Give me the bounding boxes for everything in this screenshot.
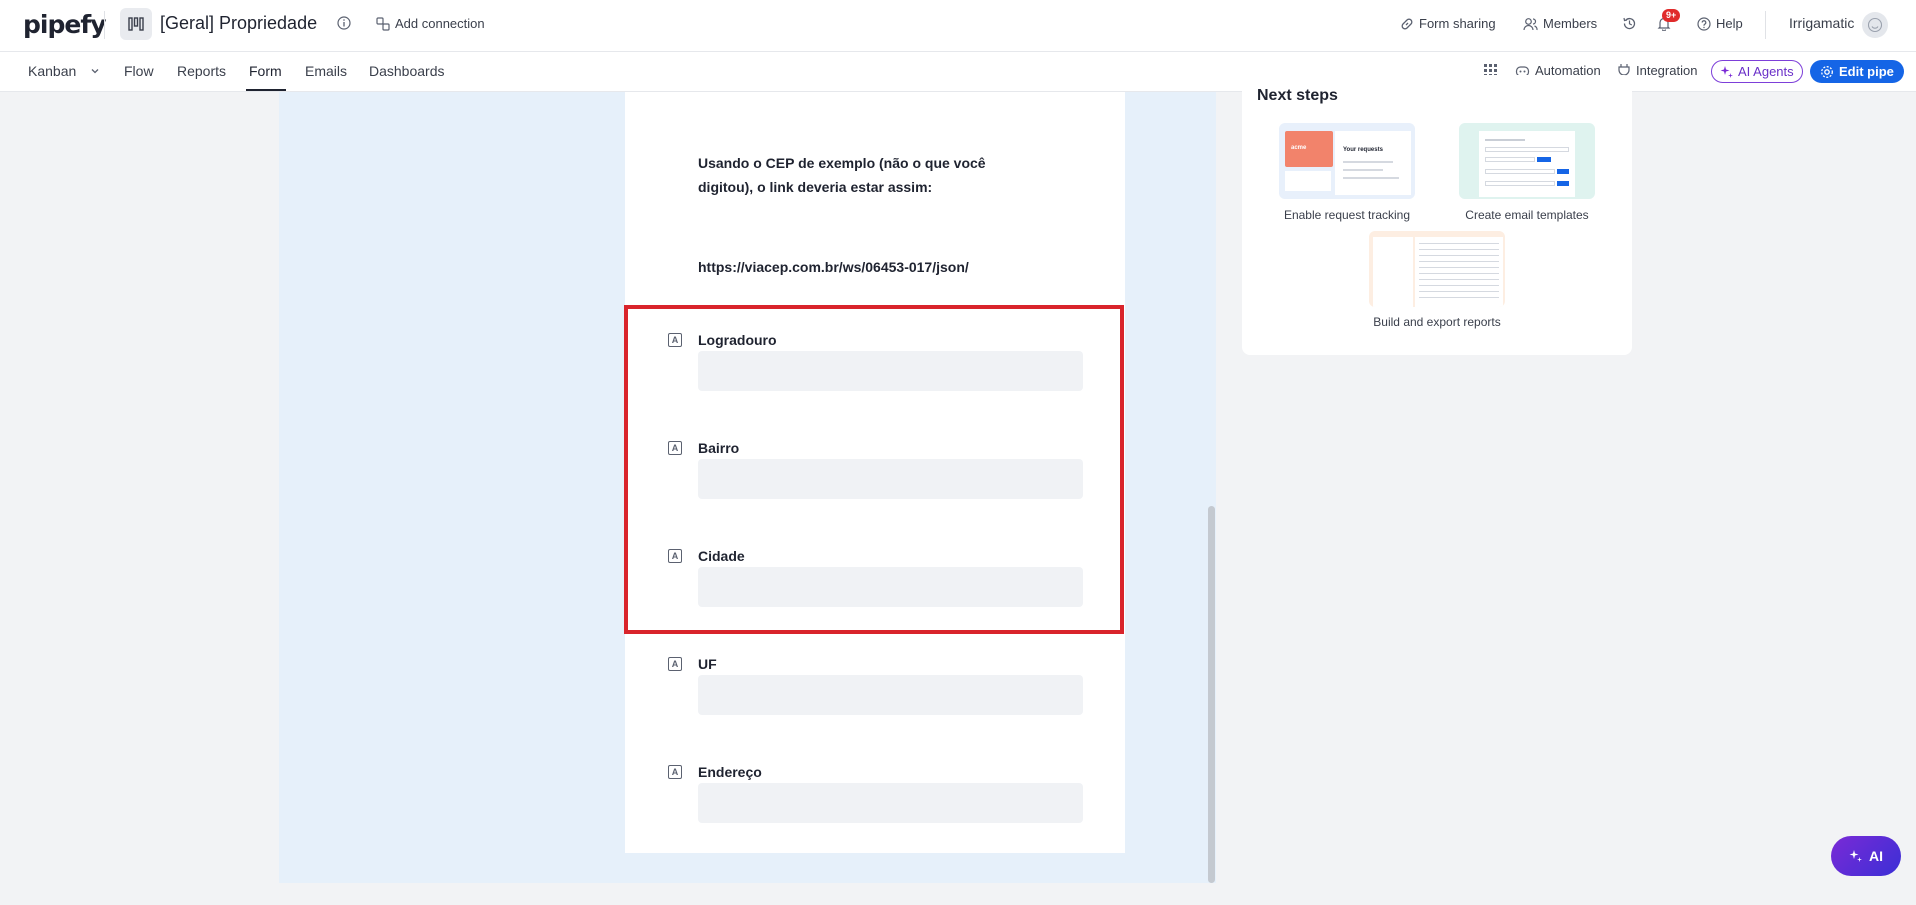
field-label-endereco: Endereço bbox=[698, 764, 762, 780]
next-step-label[interactable]: Create email templates bbox=[1437, 208, 1617, 222]
link-icon bbox=[1401, 18, 1413, 29]
thumb-line bbox=[1343, 161, 1393, 163]
pipe-info-icon[interactable] bbox=[337, 16, 351, 30]
example-link-text: https://viacep.com.br/ws/06453-017/json/ bbox=[698, 259, 969, 275]
sparkle-icon bbox=[1849, 850, 1862, 862]
thumb-button bbox=[1557, 169, 1569, 174]
instruction-text: Usando o CEP de exemplo (não o que você … bbox=[698, 151, 986, 199]
edit-pipe-label: Edit pipe bbox=[1839, 64, 1894, 79]
tab-kanban-label: Kanban bbox=[28, 63, 77, 79]
ai-assistant-button[interactable]: AI bbox=[1831, 836, 1901, 876]
ai-agents-button[interactable]: AI Agents bbox=[1711, 60, 1803, 83]
edit-pipe-button[interactable]: Edit pipe bbox=[1810, 60, 1904, 83]
account-name[interactable]: Irrigamatic bbox=[1789, 15, 1854, 31]
thumb-field bbox=[1485, 147, 1569, 152]
divider bbox=[104, 11, 105, 39]
thumb-acme-text: acme bbox=[1291, 145, 1307, 151]
thumb-field bbox=[1485, 157, 1535, 162]
chevron-down-icon bbox=[91, 69, 99, 74]
gear-icon bbox=[1821, 65, 1833, 78]
thumb-line bbox=[1343, 177, 1399, 179]
endereco-input[interactable] bbox=[698, 783, 1083, 823]
notifications-badge: 9+ bbox=[1662, 9, 1681, 22]
email-templates-thumbnail[interactable] bbox=[1459, 123, 1595, 199]
members-button[interactable]: Members bbox=[1523, 16, 1597, 31]
smiley-icon bbox=[1867, 17, 1883, 33]
short-text-field-icon: A bbox=[668, 657, 682, 671]
active-tab-indicator bbox=[246, 89, 286, 91]
history-icon[interactable] bbox=[1622, 16, 1637, 31]
sparkle-icon bbox=[1720, 65, 1733, 78]
thumb-table-rows bbox=[1419, 243, 1499, 299]
top-header: pipefy [Geral] Propriedade Add connectio… bbox=[0, 0, 1916, 52]
tab-form[interactable]: Form bbox=[249, 63, 282, 79]
short-text-field-icon: A bbox=[668, 765, 682, 779]
help-label: Help bbox=[1716, 16, 1743, 31]
tab-emails[interactable]: Emails bbox=[305, 63, 347, 79]
reports-thumbnail[interactable] bbox=[1369, 231, 1505, 307]
ai-button-label: AI bbox=[1869, 848, 1883, 864]
next-steps-title: Next steps bbox=[1257, 87, 1338, 104]
field-label-uf: UF bbox=[698, 656, 717, 672]
members-label: Members bbox=[1543, 16, 1598, 31]
thumb-button bbox=[1537, 157, 1551, 162]
help-button[interactable]: Help bbox=[1697, 16, 1743, 31]
highlight-box bbox=[624, 305, 1124, 634]
divider bbox=[1765, 11, 1766, 39]
connection-icon bbox=[376, 16, 390, 31]
tab-reports[interactable]: Reports bbox=[177, 63, 226, 79]
form-scrollbar[interactable] bbox=[1208, 506, 1215, 883]
thumb-requests-text: Your requests bbox=[1343, 147, 1383, 153]
tab-flow[interactable]: Flow bbox=[124, 63, 154, 79]
add-connection-button[interactable]: Add connection bbox=[376, 16, 485, 31]
next-step-label[interactable]: Enable request tracking bbox=[1257, 208, 1437, 222]
add-connection-label: Add connection bbox=[395, 16, 485, 31]
next-step-label[interactable]: Build and export reports bbox=[1347, 315, 1527, 329]
pipe-icon[interactable] bbox=[120, 8, 152, 40]
uf-input[interactable] bbox=[698, 675, 1083, 715]
ai-agents-label: AI Agents bbox=[1738, 64, 1794, 79]
thumb-table bbox=[1415, 237, 1503, 307]
form-sharing-button[interactable]: Form sharing bbox=[1400, 16, 1496, 31]
pipe-title: [Geral] Propriedade bbox=[160, 13, 318, 33]
thumb-panel bbox=[1285, 171, 1331, 191]
thumb-line bbox=[1485, 139, 1525, 141]
tab-kanban[interactable]: Kanban bbox=[28, 63, 100, 79]
thumb-button bbox=[1557, 181, 1569, 186]
tab-dashboards[interactable]: Dashboards bbox=[369, 63, 445, 79]
thumb-panel bbox=[1335, 131, 1411, 195]
instruction-line-2: digitou), o link deveria estar assim: bbox=[698, 179, 933, 195]
request-tracking-thumbnail[interactable]: acme Your requests bbox=[1279, 123, 1415, 199]
instruction-line-1: Usando o CEP de exemplo (não o que você bbox=[698, 155, 986, 171]
integration-button[interactable]: Integration bbox=[1617, 63, 1697, 78]
thumb-field bbox=[1485, 169, 1555, 174]
avatar[interactable] bbox=[1862, 12, 1888, 38]
thumb-line bbox=[1343, 169, 1383, 171]
members-icon bbox=[1523, 17, 1538, 30]
form-sharing-label: Form sharing bbox=[1419, 16, 1496, 31]
pipefy-logo[interactable]: pipefy bbox=[23, 10, 106, 39]
thumb-field bbox=[1485, 181, 1555, 186]
help-icon bbox=[1697, 16, 1711, 31]
thumb-panel bbox=[1373, 237, 1413, 307]
integration-label: Integration bbox=[1636, 63, 1698, 78]
